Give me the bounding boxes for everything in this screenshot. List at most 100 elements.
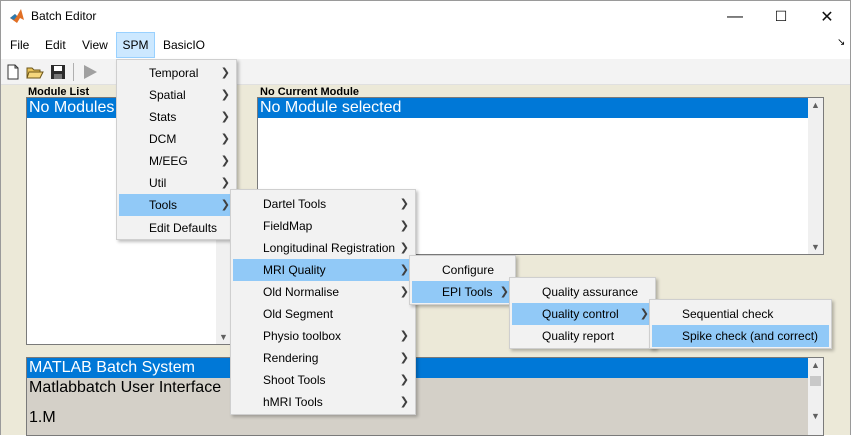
- menu-item-label: Quality assurance: [542, 285, 639, 299]
- menu-item-dcm[interactable]: DCM ❯: [119, 128, 234, 150]
- menu-item-label: MRI Quality: [263, 263, 326, 277]
- menu-item-spatial[interactable]: Spatial ❯: [119, 84, 234, 106]
- menu-item-rendering[interactable]: Rendering ❯: [233, 347, 413, 369]
- submenu-arrow-icon: ❯: [220, 177, 230, 189]
- menu-item-label: Configure: [442, 263, 495, 277]
- menu-item-hmri-tools[interactable]: hMRI Tools ❯: [233, 391, 413, 413]
- menu-item-label: M/EEG: [149, 154, 188, 168]
- scroll-up-arrow-icon[interactable]: ▲: [808, 100, 823, 110]
- submenu-arrow-icon: ❯: [220, 155, 230, 167]
- menu-item-meeg[interactable]: M/EEG ❯: [119, 150, 234, 172]
- info-panel[interactable]: MATLAB Batch System Matlabbatch User Int…: [26, 357, 824, 436]
- info-row[interactable]: Matlabbatch User Interface: [27, 378, 823, 398]
- menu-item-quality-control[interactable]: Quality control ❯: [512, 303, 653, 325]
- menu-item-label: Old Normalise: [263, 285, 340, 299]
- submenu-arrow-icon: ❯: [399, 352, 409, 364]
- menu-basicio[interactable]: BasicIO: [157, 32, 211, 58]
- menu-item-temporal[interactable]: Temporal ❯: [119, 62, 234, 84]
- menu-item-old-normalise[interactable]: Old Normalise ❯: [233, 281, 413, 303]
- quality-control-submenu: Sequential check Spike check (and correc…: [649, 299, 832, 349]
- menu-item-tools[interactable]: Tools ❯: [119, 194, 234, 216]
- menu-item-label: hMRI Tools: [263, 395, 323, 409]
- submenu-arrow-icon: ❯: [399, 242, 409, 254]
- menu-item-label: FieldMap: [263, 219, 313, 233]
- current-module-selected-row[interactable]: No Module selected: [258, 98, 808, 118]
- info-row[interactable]: 1.M: [27, 408, 823, 428]
- submenu-arrow-icon: ❯: [220, 133, 230, 145]
- submenu-arrow-icon: ❯: [639, 308, 649, 320]
- menu-item-shoot-tools[interactable]: Shoot Tools ❯: [233, 369, 413, 391]
- menu-spm[interactable]: SPM: [116, 32, 155, 58]
- maximize-button[interactable]: ☐: [758, 1, 804, 32]
- menu-item-label: Sequential check: [682, 307, 774, 321]
- epi-tools-submenu: Quality assurance Quality control ❯ Quali…: [509, 277, 656, 349]
- menu-item-quality-report[interactable]: Quality report: [512, 325, 653, 347]
- matlab-logo-icon: [10, 9, 24, 23]
- menu-item-longitudinal-registration[interactable]: Longitudinal Registration ❯: [233, 237, 413, 259]
- menu-item-label: Temporal: [149, 66, 199, 80]
- menu-item-quality-assurance[interactable]: Quality assurance: [512, 281, 653, 303]
- scroll-down-arrow-icon[interactable]: ▼: [216, 332, 231, 342]
- tools-submenu: Dartel Tools ❯ FieldMap ❯ Longitudinal Reg…: [230, 189, 416, 415]
- menu-item-label: Dartel Tools: [263, 197, 327, 211]
- mri-quality-submenu: Configure EPI Tools ❯: [409, 255, 516, 305]
- menu-item-label: DCM: [149, 132, 177, 146]
- save-icon[interactable]: [49, 63, 67, 81]
- submenu-arrow-icon: ❯: [220, 199, 230, 211]
- menu-item-label: Rendering: [263, 351, 319, 365]
- info-panel-scrollbar[interactable]: ▲ ▼: [808, 358, 823, 435]
- submenu-arrow-icon: ❯: [220, 67, 230, 79]
- menu-item-label: Spatial: [149, 88, 186, 102]
- menu-item-label: Quality control: [542, 307, 619, 321]
- new-file-icon[interactable]: [4, 63, 22, 81]
- batch-editor-window: Batch Editor — ☐ ✕ File Edit View SPM Ba…: [0, 0, 851, 436]
- menu-item-fieldmap[interactable]: FieldMap ❯: [233, 215, 413, 237]
- menu-item-label: Old Segment: [263, 307, 334, 321]
- menu-item-label: Physio toolbox: [263, 329, 342, 343]
- menu-item-label: Shoot Tools: [263, 373, 326, 387]
- submenu-arrow-icon: ❯: [399, 330, 409, 342]
- menu-item-configure[interactable]: Configure: [412, 259, 513, 281]
- menu-item-util[interactable]: Util ❯: [119, 172, 234, 194]
- info-row-selected[interactable]: MATLAB Batch System: [27, 358, 808, 378]
- toolbar-separator: [73, 63, 74, 81]
- submenu-arrow-icon: ❯: [499, 286, 509, 298]
- menubar-overflow-icon[interactable]: ↘: [837, 37, 845, 48]
- submenu-arrow-icon: ❯: [399, 198, 409, 210]
- menu-item-old-segment[interactable]: Old Segment: [233, 303, 413, 325]
- menu-item-spike-check[interactable]: Spike check (and correct): [652, 325, 829, 347]
- menu-item-physio-toolbox[interactable]: Physio toolbox ❯: [233, 325, 413, 347]
- menu-item-sequential-check[interactable]: Sequential check: [652, 303, 829, 325]
- submenu-arrow-icon: ❯: [399, 220, 409, 232]
- menu-item-mri-quality[interactable]: MRI Quality ❯: [233, 259, 413, 281]
- open-folder-icon[interactable]: [26, 63, 44, 81]
- menu-item-stats[interactable]: Stats ❯: [119, 106, 234, 128]
- menu-view[interactable]: View: [76, 32, 114, 58]
- minimize-button[interactable]: —: [712, 1, 758, 32]
- menu-item-label: Tools: [149, 198, 178, 212]
- title-bar: Batch Editor — ☐ ✕: [1, 1, 850, 32]
- scrollbar-thumb[interactable]: [810, 376, 821, 386]
- spm-dropdown-menu: Temporal ❯ Spatial ❯ Stats ❯ DCM ❯ M/EEG ❯ Ut…: [116, 59, 237, 240]
- menu-item-label: EPI Tools: [442, 285, 493, 299]
- submenu-arrow-icon: ❯: [399, 374, 409, 386]
- submenu-arrow-icon: ❯: [220, 111, 230, 123]
- menu-file[interactable]: File: [4, 32, 35, 58]
- menu-edit[interactable]: Edit: [39, 32, 72, 58]
- menu-item-edit-defaults[interactable]: Edit Defaults: [119, 217, 234, 239]
- menu-item-label: Stats: [149, 110, 177, 124]
- run-icon[interactable]: [81, 63, 99, 81]
- close-button[interactable]: ✕: [804, 1, 850, 32]
- menu-item-label: Spike check (and correct): [682, 329, 819, 343]
- menu-item-label: Edit Defaults: [149, 221, 218, 235]
- scroll-down-arrow-icon[interactable]: ▼: [808, 411, 823, 421]
- scroll-down-arrow-icon[interactable]: ▼: [808, 242, 823, 252]
- menu-item-epi-tools[interactable]: EPI Tools ❯: [412, 281, 513, 303]
- current-module-scrollbar[interactable]: ▲ ▼: [808, 98, 823, 254]
- menu-item-label: Longitudinal Registration: [263, 241, 396, 255]
- submenu-arrow-icon: ❯: [399, 286, 409, 298]
- scroll-up-arrow-icon[interactable]: ▲: [808, 360, 823, 370]
- submenu-arrow-icon: ❯: [220, 89, 230, 101]
- menu-item-label: Quality report: [542, 329, 615, 343]
- menu-item-dartel-tools[interactable]: Dartel Tools ❯: [233, 193, 413, 215]
